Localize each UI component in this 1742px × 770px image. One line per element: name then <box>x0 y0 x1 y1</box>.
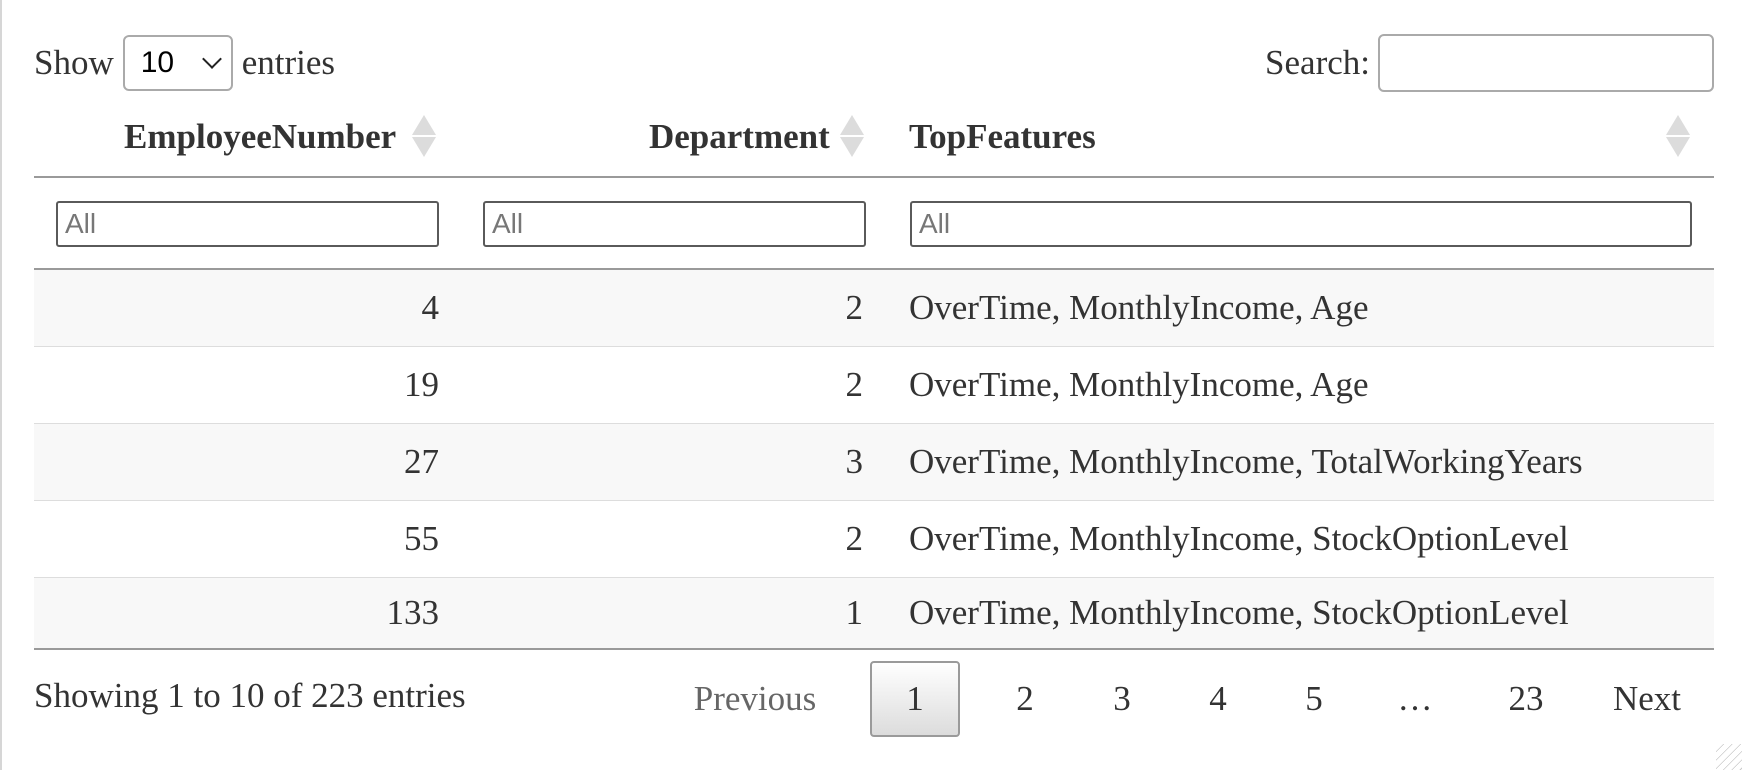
department-cell: 2 <box>845 365 864 404</box>
search-input[interactable] <box>1378 34 1714 92</box>
table-info: Showing 1 to 10 of 223 entries <box>34 676 466 715</box>
table-row[interactable]: 55 2 OverTime, MonthlyIncome, StockOptio… <box>34 501 1714 578</box>
entries-per-page-value: 10 <box>140 46 175 79</box>
column-header-employee-number[interactable]: EmployeeNumber <box>124 112 396 162</box>
column-header-label: TopFeatures <box>909 117 1096 156</box>
page-button-2[interactable]: 2 <box>995 662 1055 736</box>
next-page-button[interactable]: Next <box>1602 662 1692 736</box>
table-row[interactable]: 133 1 OverTime, MonthlyIncome, StockOpti… <box>34 578 1714 648</box>
top-features-cell: OverTime, MonthlyIncome, TotalWorkingYea… <box>909 442 1583 481</box>
table-row[interactable]: 27 3 OverTime, MonthlyIncome, TotalWorki… <box>34 424 1714 501</box>
entries-per-page-select[interactable]: 10 <box>122 35 233 91</box>
search-label: Search: <box>1265 43 1370 82</box>
resize-handle-icon[interactable] <box>1716 744 1742 770</box>
employee-number-cell: 4 <box>421 288 440 327</box>
employee-number-cell: 27 <box>404 442 439 481</box>
department-cell: 2 <box>845 519 864 558</box>
department-cell: 2 <box>845 288 864 327</box>
department-cell: 3 <box>845 442 864 481</box>
sort-both-icon <box>840 115 864 159</box>
department-filter-input[interactable]: All <box>483 201 866 247</box>
column-header-label: EmployeeNumber <box>124 117 397 156</box>
sort-both-icon <box>1666 115 1690 159</box>
department-cell: 1 <box>845 593 864 632</box>
container-border <box>0 0 2 770</box>
column-header-department[interactable]: Department <box>649 112 830 162</box>
datatable: Show 10 entries Search: EmployeeNumber D… <box>34 0 1714 770</box>
page-button-4[interactable]: 4 <box>1188 662 1248 736</box>
previous-page-button[interactable]: Previous <box>690 662 820 736</box>
top-features-cell: OverTime, MonthlyIncome, StockOptionLeve… <box>909 519 1569 558</box>
table-bottom-divider <box>34 648 1714 650</box>
employee-number-cell: 55 <box>404 519 439 558</box>
column-header-top-features[interactable]: TopFeatures <box>909 112 1096 162</box>
table-row[interactable]: 4 2 OverTime, MonthlyIncome, Age <box>34 270 1714 347</box>
page-button-3[interactable]: 3 <box>1092 662 1152 736</box>
top-features-cell: OverTime, MonthlyIncome, Age <box>909 365 1369 404</box>
page-button-23[interactable]: 23 <box>1486 662 1566 736</box>
search-filter: Search: <box>1265 34 1714 92</box>
length-menu: Show 10 entries <box>34 34 335 92</box>
employee-number-filter-input[interactable]: All <box>56 201 439 247</box>
top-features-cell: OverTime, MonthlyIncome, Age <box>909 288 1369 327</box>
chevron-down-icon <box>201 49 222 69</box>
pagination-ellipsis: … <box>1397 679 1433 718</box>
page-button-5[interactable]: 5 <box>1284 662 1344 736</box>
column-header-label: Department <box>649 117 830 156</box>
top-features-filter-input[interactable]: All <box>910 201 1692 247</box>
show-label: Show <box>34 43 114 82</box>
table-row[interactable]: 19 2 OverTime, MonthlyIncome, Age <box>34 347 1714 424</box>
entries-label: entries <box>241 43 336 82</box>
top-features-cell: OverTime, MonthlyIncome, StockOptionLeve… <box>909 593 1569 632</box>
sort-both-icon <box>412 115 436 159</box>
employee-number-cell: 133 <box>386 593 440 632</box>
employee-number-cell: 19 <box>404 365 439 404</box>
header-divider <box>34 176 1714 178</box>
page-button-1[interactable]: 1 <box>870 661 960 737</box>
